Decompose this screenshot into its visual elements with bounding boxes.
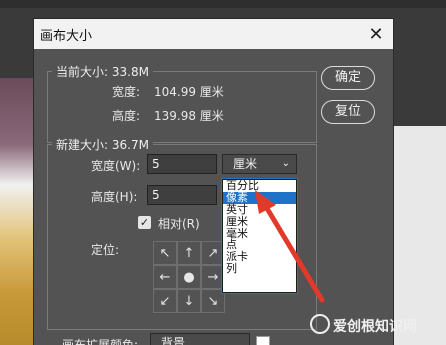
extension-color-swatch[interactable] — [256, 336, 270, 345]
anchor-top[interactable]: ↑ — [177, 241, 201, 265]
relative-label: 相对(R) — [158, 217, 200, 231]
unit-option-inches[interactable]: 英寸 — [223, 203, 296, 216]
current-width-value: 104.99 厘米 — [154, 85, 224, 99]
unit-option-cm[interactable]: 厘米 — [223, 215, 296, 228]
new-width-label: 宽度(W): — [91, 159, 141, 173]
current-height-value: 139.98 厘米 — [154, 109, 224, 123]
current-height-label: 高度: — [112, 109, 141, 123]
unit-option-columns[interactable]: 列 — [223, 263, 296, 275]
new-height-label: 高度(H): — [91, 190, 138, 204]
extension-color-value: 背景 — [161, 336, 186, 345]
anchor-bottom-left[interactable]: ↙ — [153, 289, 177, 313]
ok-button[interactable]: 确定 — [321, 66, 375, 90]
current-width-label: 宽度: — [112, 85, 141, 99]
anchor-center[interactable]: ● — [177, 265, 201, 289]
new-height-input[interactable]: 5 — [147, 185, 217, 205]
width-unit-value: 厘米 — [233, 157, 258, 171]
anchor-bottom[interactable]: ↓ — [177, 289, 201, 313]
dialog-titlebar[interactable]: 画布大小 ✕ — [34, 19, 393, 49]
canvas-size-dialog: 画布大小 ✕ 当前大小: 33.8M 宽度: 104.99 厘米 高度: 139… — [33, 18, 394, 345]
relative-checkbox[interactable]: ✓ — [138, 216, 151, 229]
current-size-legend: 当前大小: 33.8M — [52, 63, 153, 80]
background-strip — [0, 0, 446, 8]
background-photo — [0, 78, 34, 345]
chevron-down-icon: ⌄ — [281, 158, 290, 169]
anchor-grid: ↖ ↑ ↗ ← ● → ↙ ↓ ↘ — [153, 241, 225, 313]
watermark-text: 爱创根知识网 — [333, 319, 417, 335]
unit-dropdown-list: 百分比 像素 英寸 厘米 毫米 点 派卡 列 — [222, 179, 297, 293]
close-icon[interactable]: ✕ — [367, 24, 385, 45]
new-width-input[interactable]: 5 — [147, 154, 217, 174]
dialog-title: 画布大小 — [40, 28, 93, 44]
extension-color-select[interactable]: 背景 — [150, 333, 250, 345]
width-unit-select[interactable]: 厘米 ⌄ — [222, 154, 297, 174]
extension-color-label: 画布扩展颜色: — [62, 338, 139, 345]
anchor-label: 定位: — [91, 243, 120, 257]
background-right — [394, 78, 446, 345]
unit-option-pixels[interactable]: 像素 — [223, 191, 296, 204]
new-size-legend: 新建大小: 36.7M — [52, 136, 153, 153]
watermark-logo-icon — [310, 314, 330, 334]
anchor-top-left[interactable]: ↖ — [153, 241, 177, 265]
reset-button[interactable]: 复位 — [321, 100, 375, 124]
anchor-left[interactable]: ← — [153, 265, 177, 289]
